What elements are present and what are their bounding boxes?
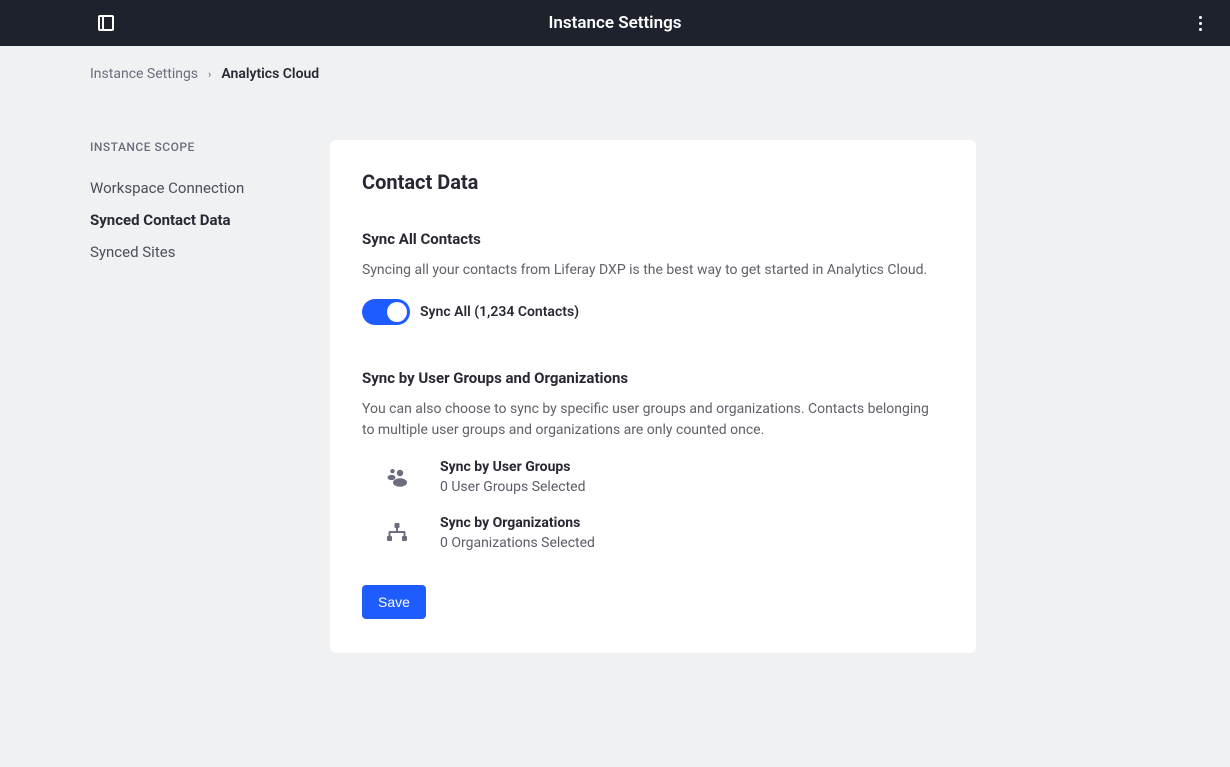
panel-icon — [98, 15, 114, 31]
sync-organizations-subtitle: 0 Organizations Selected — [440, 535, 595, 551]
chevron-right-icon: › — [208, 68, 211, 81]
sync-by-description: You can also choose to sync by specific … — [362, 399, 944, 441]
sidebar-toggle-button[interactable] — [92, 9, 120, 37]
breadcrumb-parent[interactable]: Instance Settings — [90, 66, 198, 82]
sync-organizations-title: Sync by Organizations — [440, 515, 595, 531]
save-button[interactable]: Save — [362, 585, 426, 619]
app-header: Instance Settings — [0, 0, 1230, 46]
sync-all-toggle-row: Sync All (1,234 Contacts) — [362, 299, 944, 325]
sync-all-description: Syncing all your contacts from Liferay D… — [362, 260, 944, 281]
sync-user-groups-title: Sync by User Groups — [440, 459, 585, 475]
kebab-icon — [1199, 16, 1202, 31]
users-icon — [382, 467, 412, 487]
sync-by-user-groups[interactable]: Sync by User Groups 0 User Groups Select… — [362, 459, 944, 495]
card-title: Contact Data — [362, 170, 944, 194]
sidebar-item-synced-sites[interactable]: Synced Sites — [90, 236, 290, 268]
settings-card: Contact Data Sync All Contacts Syncing a… — [330, 140, 976, 653]
breadcrumb: Instance Settings › Analytics Cloud — [90, 46, 1140, 88]
more-menu-button[interactable] — [1186, 9, 1214, 37]
sync-user-groups-subtitle: 0 User Groups Selected — [440, 479, 585, 495]
sync-by-heading: Sync by User Groups and Organizations — [362, 369, 944, 387]
page-title: Instance Settings — [549, 13, 682, 33]
sync-all-toggle[interactable] — [362, 299, 410, 325]
sidebar-item-workspace-connection[interactable]: Workspace Connection — [90, 172, 290, 204]
sync-by-organizations[interactable]: Sync by Organizations 0 Organizations Se… — [362, 515, 944, 551]
breadcrumb-current: Analytics Cloud — [221, 66, 319, 82]
toggle-knob — [387, 302, 407, 322]
organization-icon — [382, 523, 412, 543]
sidebar-heading: INSTANCE SCOPE — [90, 140, 290, 154]
sync-all-toggle-label: Sync All (1,234 Contacts) — [420, 304, 579, 320]
sidebar: INSTANCE SCOPE Workspace Connection Sync… — [90, 140, 290, 653]
sidebar-item-synced-contact-data[interactable]: Synced Contact Data — [90, 204, 290, 236]
sync-all-heading: Sync All Contacts — [362, 230, 944, 248]
